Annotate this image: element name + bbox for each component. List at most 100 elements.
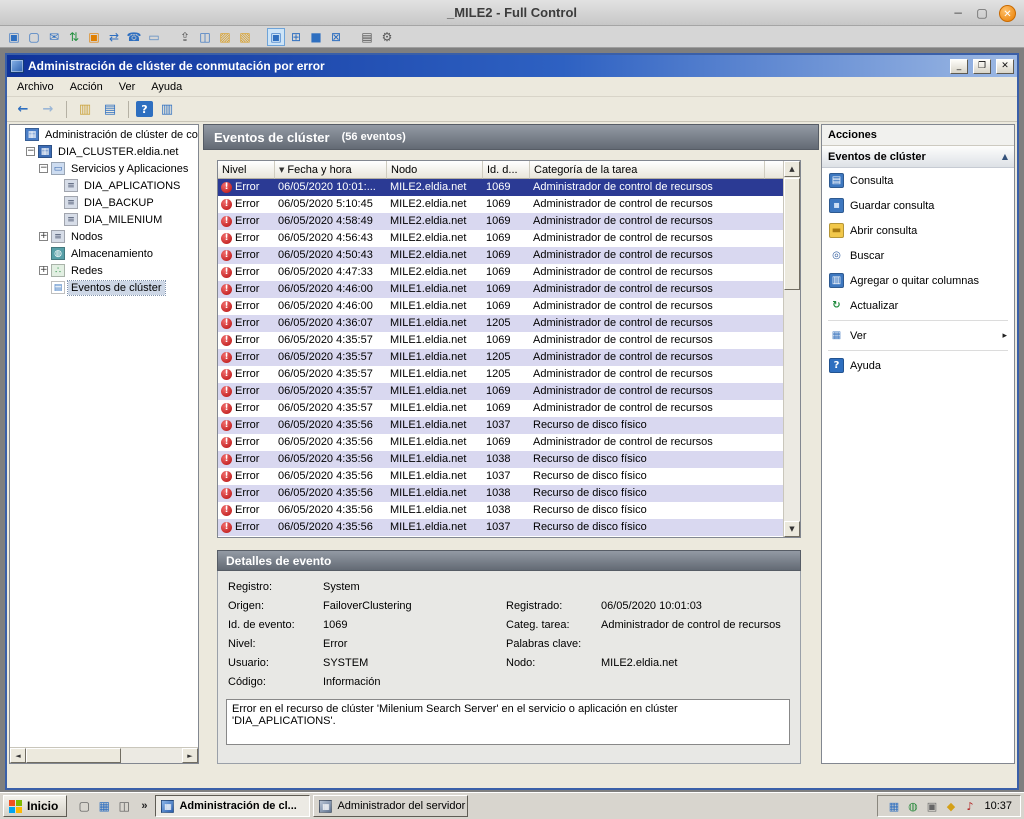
close-icon[interactable]: ✕ xyxy=(999,5,1016,22)
secure-folder-icon[interactable]: ▨ xyxy=(216,28,234,46)
scroll-up-icon[interactable]: ▲ xyxy=(784,161,800,177)
show-hide-console-tree-icon[interactable]: ▥ xyxy=(74,99,96,119)
task-button-administracion-de-cl[interactable]: ▦Administración de cl... xyxy=(155,795,310,817)
view-scaled-icon[interactable]: ■ xyxy=(307,28,325,46)
scrollbar-thumb[interactable] xyxy=(26,748,121,763)
collapse-icon[interactable]: − xyxy=(39,164,48,173)
tree-item-eventos-de-cluster[interactable]: ▤Eventos de clúster xyxy=(10,279,198,296)
show-hide-action-pane-icon[interactable]: ▥ xyxy=(156,99,178,119)
window-titlebar[interactable]: Administración de clúster de conmutación… xyxy=(7,55,1017,77)
menu-accion[interactable]: Acción xyxy=(62,78,111,96)
network-icon[interactable]: ◍ xyxy=(905,799,920,814)
phone-icon[interactable]: ☎ xyxy=(125,28,143,46)
task-button-administrador-del-servidor[interactable]: ▦Administrador del servidor xyxy=(313,795,468,817)
tree-item-dia-backup[interactable]: ≡DIA_BACKUP xyxy=(10,194,198,211)
tree-item-dia-milenium[interactable]: ≡DIA_MILENIUM xyxy=(10,211,198,228)
minimize-icon[interactable]: − xyxy=(951,6,965,20)
event-row[interactable]: !Error06/05/2020 4:58:49MILE2.eldia.net1… xyxy=(218,213,783,230)
remote-screen-alt-icon[interactable]: ▢ xyxy=(25,28,43,46)
event-row[interactable]: !Error06/05/2020 4:47:33MILE2.eldia.net1… xyxy=(218,264,783,281)
secure-folder-alt-icon[interactable]: ▧ xyxy=(236,28,254,46)
expand-icon[interactable]: + xyxy=(39,232,48,241)
menu-archivo[interactable]: Archivo xyxy=(9,78,62,96)
stop-session-icon[interactable]: ▣ xyxy=(85,28,103,46)
action-actualizar[interactable]: ↻Actualizar xyxy=(822,293,1014,318)
tools-icon[interactable]: ⚙ xyxy=(378,28,396,46)
action-buscar[interactable]: ◎Buscar xyxy=(822,243,1014,268)
file-transfer-icon[interactable]: ⇅ xyxy=(65,28,83,46)
quick-launch-overflow-chevron[interactable]: » xyxy=(137,800,151,812)
view-close-icon[interactable]: ⊠ xyxy=(327,28,345,46)
tree-item-dia-aplications[interactable]: ≡DIA_APLICATIONS xyxy=(10,177,198,194)
start-button[interactable]: Inicio xyxy=(3,795,67,817)
event-row[interactable]: !Error06/05/2020 5:10:45MILE2.eldia.net1… xyxy=(218,196,783,213)
tree-item-nodos[interactable]: +≡Nodos xyxy=(10,228,198,245)
event-row[interactable]: !Error06/05/2020 4:35:57MILE1.eldia.net1… xyxy=(218,349,783,366)
scroll-down-icon[interactable]: ▼ xyxy=(784,521,800,537)
event-row[interactable]: !Error06/05/2020 4:35:56MILE1.eldia.net1… xyxy=(218,434,783,451)
column-header-fecha-y-hora[interactable]: ▼Fecha y hora xyxy=(275,161,387,179)
tree-item-redes[interactable]: +∴Redes xyxy=(10,262,198,279)
collapse-section-icon[interactable]: ▲ xyxy=(1002,152,1008,161)
scroll-left-icon[interactable]: ◄ xyxy=(10,748,26,763)
display-icon[interactable]: ▣ xyxy=(924,799,939,814)
column-header-categoria-de-la-tarea[interactable]: Categoría de la tarea xyxy=(530,161,765,179)
event-row[interactable]: !Error06/05/2020 4:35:56MILE1.eldia.net1… xyxy=(218,417,783,434)
expand-icon[interactable]: + xyxy=(39,266,48,275)
event-row[interactable]: !Error06/05/2020 4:35:57MILE1.eldia.net1… xyxy=(218,332,783,349)
event-row[interactable]: !Error06/05/2020 4:50:43MILE2.eldia.net1… xyxy=(218,247,783,264)
action-ver[interactable]: ▦Ver▸ xyxy=(822,323,1014,348)
volume-icon[interactable]: ♪ xyxy=(962,799,977,814)
action-agregar-o-quitar-columnas[interactable]: ▥Agregar o quitar columnas xyxy=(822,268,1014,293)
tree-horizontal-scrollbar[interactable]: ◄ ► xyxy=(10,747,198,763)
tree-item-almacenamiento[interactable]: ◍Almacenamiento xyxy=(10,245,198,262)
copy-settings-icon[interactable]: ▤ xyxy=(358,28,376,46)
column-header-nodo[interactable]: Nodo xyxy=(387,161,483,179)
action-ayuda[interactable]: ?Ayuda xyxy=(822,353,1014,378)
security-shield-icon[interactable]: ◆ xyxy=(943,799,958,814)
window-minimize-icon[interactable]: _ xyxy=(950,59,968,74)
window-maximize-icon[interactable]: ❐ xyxy=(973,59,991,74)
collapse-icon[interactable]: − xyxy=(26,147,35,156)
remote-screen-icon[interactable]: ▣ xyxy=(5,28,23,46)
tree-item-administracion-de-cluster-de-conmu[interactable]: ▦Administración de clúster de conmu xyxy=(10,126,198,143)
help-icon[interactable]: ? xyxy=(136,101,153,117)
tree-item-servicios-y-aplicaciones[interactable]: −▭Servicios y Aplicaciones xyxy=(10,160,198,177)
menu-ayuda[interactable]: Ayuda xyxy=(143,78,190,96)
back-icon[interactable]: ← xyxy=(12,99,34,119)
action-guardar-consulta[interactable]: ▪Guardar consulta xyxy=(822,193,1014,218)
event-row[interactable]: !Error06/05/2020 4:36:07MILE1.eldia.net1… xyxy=(218,315,783,332)
event-row[interactable]: !Error06/05/2020 4:35:57MILE1.eldia.net1… xyxy=(218,366,783,383)
clipboard-send-icon[interactable]: ⇪ xyxy=(176,28,194,46)
mail-icon[interactable]: ✉ xyxy=(45,28,63,46)
chat-icon[interactable]: ▭ xyxy=(145,28,163,46)
view-normal-icon[interactable]: ▣ xyxy=(267,28,285,46)
event-row[interactable]: !Error06/05/2020 4:35:56MILE1.eldia.net1… xyxy=(218,519,783,536)
column-header-nivel[interactable]: Nivel xyxy=(218,161,275,179)
event-row[interactable]: !Error06/05/2020 4:56:43MILE2.eldia.net1… xyxy=(218,230,783,247)
menu-ver[interactable]: Ver xyxy=(111,78,144,96)
scroll-right-icon[interactable]: ► xyxy=(182,748,198,763)
event-row[interactable]: !Error06/05/2020 4:46:00MILE1.eldia.net1… xyxy=(218,281,783,298)
show-desktop-icon[interactable]: ▢ xyxy=(75,797,93,815)
scrollbar-thumb[interactable] xyxy=(784,178,800,290)
sync-icon[interactable]: ⇄ xyxy=(105,28,123,46)
action-abrir-consulta[interactable]: ▬Abrir consulta xyxy=(822,218,1014,243)
forward-icon[interactable]: → xyxy=(37,99,59,119)
event-row[interactable]: !Error06/05/2020 10:01:...MILE2.eldia.ne… xyxy=(218,179,783,196)
users-icon[interactable]: ◫ xyxy=(196,28,214,46)
action-consulta[interactable]: ▤Consulta xyxy=(822,168,1014,193)
event-row[interactable]: !Error06/05/2020 4:46:00MILE1.eldia.net1… xyxy=(218,298,783,315)
event-row[interactable]: !Error06/05/2020 4:35:56MILE1.eldia.net1… xyxy=(218,502,783,519)
policy-icon[interactable]: ▦ xyxy=(886,799,901,814)
events-vertical-scrollbar[interactable]: ▲ ▼ xyxy=(783,161,800,537)
quick-launch-window-icon[interactable]: ◫ xyxy=(115,797,133,815)
event-row[interactable]: !Error06/05/2020 4:35:56MILE1.eldia.net1… xyxy=(218,451,783,468)
view-fullscreen-icon[interactable]: ⊞ xyxy=(287,28,305,46)
event-row[interactable]: !Error06/05/2020 4:35:56MILE1.eldia.net1… xyxy=(218,485,783,502)
column-header-id-d[interactable]: Id. d... xyxy=(483,161,530,179)
event-row[interactable]: !Error06/05/2020 4:35:57MILE1.eldia.net1… xyxy=(218,383,783,400)
event-row[interactable]: !Error06/05/2020 4:35:57MILE1.eldia.net1… xyxy=(218,400,783,417)
export-list-icon[interactable]: ▤ xyxy=(99,99,121,119)
window-close-icon[interactable]: ✕ xyxy=(996,59,1014,74)
